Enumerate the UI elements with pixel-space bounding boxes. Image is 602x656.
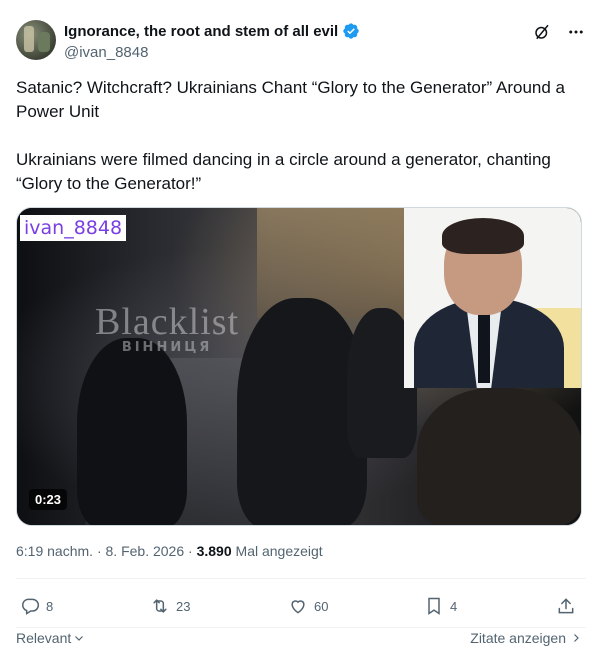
chevron-down-icon [75,636,84,641]
post-meta: 6:19 nachm. · 8. Feb. 2026 · 3.890 Mal a… [16,543,323,559]
heart-icon [291,600,305,614]
handle[interactable]: @ivan_8848 [64,44,360,61]
views-count: 3.890 [196,543,232,559]
author-block: Ignorance, the root and stem of all evil… [64,22,360,61]
chevron-right-icon [574,634,579,642]
post-text: Satanic? Witchcraft? Ukrainians Chant “G… [16,76,586,196]
grok-icon[interactable] [532,22,552,42]
reply-count: 8 [46,598,54,614]
views-label: Mal angezeigt [235,543,323,559]
share-button[interactable] [556,595,576,617]
video-inset-image [404,208,581,388]
like-count: 60 [314,598,329,614]
sort-dropdown[interactable]: Relevant [16,630,85,646]
divider [16,578,586,579]
avatar[interactable] [16,20,56,60]
post-time[interactable]: 6:19 nachm. [16,543,93,559]
view-quotes-link[interactable]: Zitate anzeigen [470,630,582,646]
sort-label: Relevant [16,630,72,646]
bookmark-button[interactable]: 4 [424,595,457,617]
repost-button[interactable]: 23 [150,595,190,617]
meta-separator: · [188,543,193,559]
action-bar: 8 23 60 4 [16,595,586,617]
post-paragraph: Satanic? Witchcraft? Ukrainians Chant “G… [16,78,565,121]
repost-count: 23 [176,598,191,614]
video-player[interactable]: Blacklist ВІННИЦЯ ivan_8848 0:23 [16,207,582,526]
more-icon[interactable] [566,22,586,42]
post-header: Ignorance, the root and stem of all evil… [16,20,586,64]
video-watermark: Blacklist ВІННИЦЯ [95,301,240,355]
post-paragraph: Ukrainians were filmed dancing in a circ… [16,150,551,193]
post-date[interactable]: 8. Feb. 2026 [106,543,185,559]
verified-badge-icon [343,23,359,39]
like-button[interactable]: 60 [288,595,328,617]
video-duration: 0:23 [29,489,68,510]
bookmark-count: 4 [450,598,458,614]
video-overlay-tag: ivan_8848 [20,215,127,241]
display-name[interactable]: Ignorance, the root and stem of all evil [64,23,338,40]
share-icon [558,598,574,614]
bookmark-icon [428,597,440,615]
reply-icon [22,598,40,615]
quotes-label: Zitate anzeigen [470,630,566,646]
replies-footer: Relevant Zitate anzeigen [16,628,586,648]
reply-button[interactable]: 8 [20,595,53,617]
repost-icon [153,599,167,613]
meta-separator: · [96,543,102,559]
